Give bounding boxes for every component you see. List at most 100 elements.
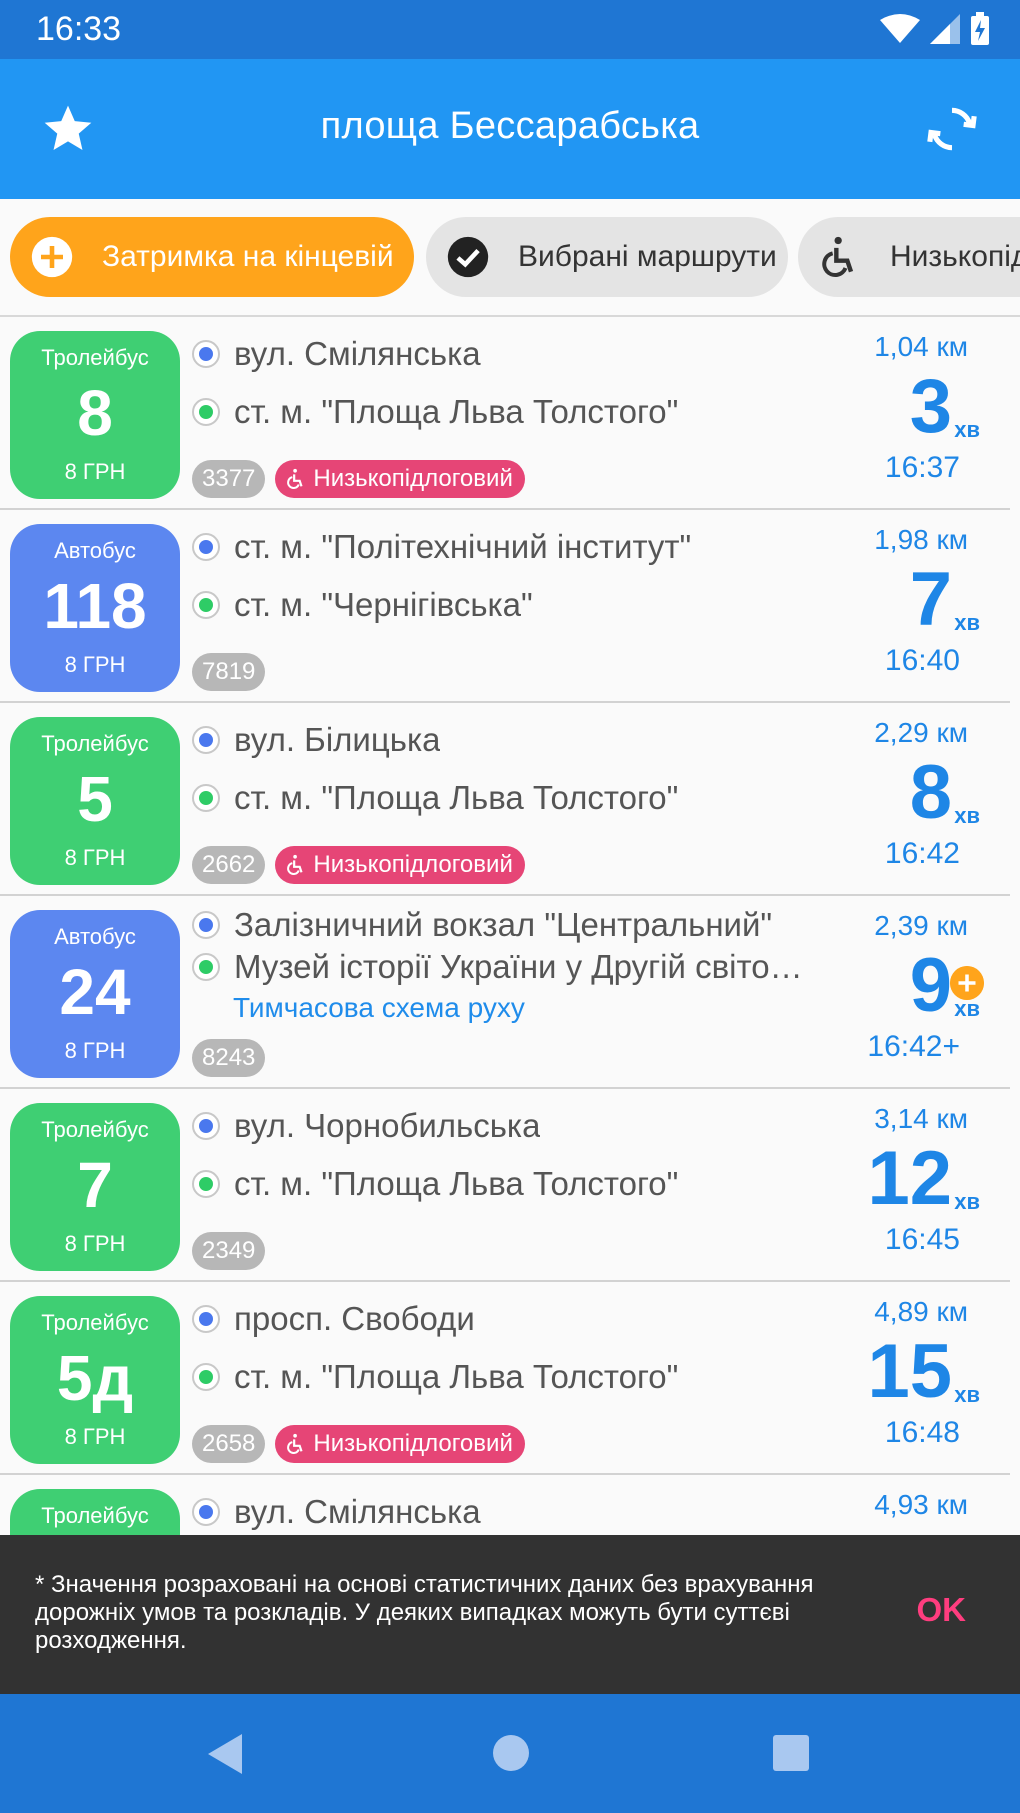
- route-row[interactable]: Автобус 24 8 ГРН Залізничний вокзал "Цен…: [0, 896, 1010, 1089]
- route-to: ст. м. "Площа Льва Толстого": [192, 1163, 678, 1205]
- arrival-time: 16:48: [884, 1416, 960, 1449]
- origin-dot-icon: [192, 1112, 220, 1140]
- vehicle-number: 7819: [192, 653, 266, 691]
- route-tags: 8243: [192, 1038, 266, 1078]
- chip-low-floor[interactable]: Низькопідлогові: [798, 217, 1020, 297]
- add-circle-icon: [31, 236, 73, 278]
- wifi-icon: [880, 14, 920, 43]
- chip-favorite-routes-label: Вибрані маршрути: [518, 240, 777, 273]
- minutes-unit: хв: [954, 996, 980, 1021]
- route-row[interactable]: Автобус 118 8 ГРН ст. м. "Політехнічний …: [0, 510, 1010, 703]
- wheelchair-icon: [822, 236, 854, 278]
- chip-favorite-routes[interactable]: Вибрані маршрути: [426, 217, 788, 297]
- arrival-time: 16:37: [884, 451, 960, 484]
- status-bar: 16:33: [0, 0, 1020, 59]
- route-type: Тролейбус: [41, 345, 149, 370]
- route-row[interactable]: Тролейбус вул. Смілянська 4,93 км: [0, 1475, 1010, 1535]
- route-number: 8: [77, 377, 113, 449]
- route-type: Тролейбус: [41, 1503, 149, 1528]
- arrival-info: 3,14 км 12 хв 16:45: [790, 1089, 990, 1282]
- vehicle-number: 3377: [192, 460, 266, 498]
- snackbar-ok-button[interactable]: OK: [917, 1591, 967, 1629]
- route-badge: Автобус 24 8 ГРН: [10, 910, 180, 1078]
- route-badge: Тролейбус 8 8 ГРН: [10, 331, 180, 499]
- route-to: ст. м. "Площа Льва Толстого": [192, 391, 678, 433]
- route-number: 5: [77, 763, 113, 835]
- route-badge: Тролейбус: [10, 1489, 180, 1535]
- filter-chips: Затримка на кінцевій Вибрані маршрути Ни…: [0, 199, 1020, 317]
- minutes-unit: хв: [954, 803, 980, 828]
- back-icon[interactable]: [204, 1732, 246, 1776]
- route-price: 8 ГРН: [64, 845, 126, 870]
- arrival-info: 1,04 км 3 хв 16:37: [790, 317, 990, 510]
- route-price: 8 ГРН: [64, 1038, 126, 1063]
- signal-icon: [930, 14, 960, 44]
- vehicle-number: 2349: [192, 1232, 266, 1270]
- route-number: 5д: [56, 1342, 134, 1414]
- route-from: просп. Свободи: [192, 1298, 475, 1340]
- stop-title: площа Бессарабська: [320, 105, 700, 147]
- low-floor-badge: Низькопідлоговий: [275, 460, 525, 498]
- destination-dot-icon: [192, 591, 220, 619]
- chip-terminal-delay-label: Затримка на кінцевій: [102, 240, 394, 273]
- chip-low-floor-label: Низькопідлогові: [890, 240, 1020, 273]
- route-number: 24: [59, 956, 131, 1028]
- minutes: 9: [909, 943, 952, 1028]
- low-floor-badge: Низькопідлоговий: [275, 1425, 525, 1463]
- wheelchair-icon: [287, 468, 303, 489]
- check-circle-icon: [447, 236, 489, 278]
- route-from: Залізничний вокзал "Центральний": [192, 904, 772, 946]
- route-tags: 2349: [192, 1231, 266, 1271]
- route-from: вул. Білицька: [192, 719, 440, 761]
- minutes: 8: [909, 750, 952, 835]
- route-to: ст. м. "Площа Льва Толстого": [192, 777, 678, 819]
- arrival-info: 2,29 км 8 хв 16:42: [790, 703, 990, 896]
- origin-dot-icon: [192, 911, 220, 939]
- arrival-info: 4,89 км 15 хв 16:48: [790, 1282, 990, 1475]
- route-from: ст. м. "Політехнічний інститут": [192, 526, 691, 568]
- route-type: Тролейбус: [41, 1117, 149, 1142]
- minutes: 3: [909, 364, 952, 449]
- disclaimer-snackbar: * Значення розраховані на основі статист…: [0, 1535, 1020, 1694]
- destination-dot-icon: [192, 1363, 220, 1391]
- route-type: Автобус: [54, 538, 136, 563]
- route-type: Тролейбус: [41, 1310, 149, 1335]
- route-to: ст. м. "Площа Льва Толстого": [192, 1356, 678, 1398]
- route-badge: Тролейбус 5д 8 ГРН: [10, 1296, 180, 1464]
- refresh-icon: [927, 107, 977, 151]
- vehicle-number: 2658: [192, 1425, 266, 1463]
- route-row[interactable]: Тролейбус 7 8 ГРН вул. Чорнобильська ст.…: [0, 1089, 1010, 1282]
- minutes-unit: хв: [954, 610, 980, 635]
- route-type: Автобус: [54, 924, 136, 949]
- route-number: 7: [77, 1149, 113, 1221]
- route-price: 8 ГРН: [64, 652, 126, 677]
- vehicle-number: 8243: [192, 1039, 266, 1077]
- distance: 4,93 км: [874, 1489, 968, 1520]
- minutes: 7: [909, 557, 952, 642]
- origin-dot-icon: [192, 340, 220, 368]
- arrival-info: 1,98 км 7 хв 16:40: [790, 510, 990, 703]
- vehicle-number: 2662: [192, 846, 266, 884]
- route-row[interactable]: Тролейбус 8 8 ГРН вул. Смілянська ст. м.…: [0, 317, 1010, 510]
- home-icon[interactable]: [492, 1734, 530, 1772]
- refresh-button[interactable]: [924, 101, 980, 157]
- arrival-info: 4,93 км: [790, 1475, 990, 1535]
- chip-terminal-delay[interactable]: Затримка на кінцевій: [10, 217, 414, 297]
- low-floor-badge: Низькопідлоговий: [275, 846, 525, 884]
- route-row[interactable]: Тролейбус 5д 8 ГРН просп. Свободи ст. м.…: [0, 1282, 1010, 1475]
- recents-icon[interactable]: [772, 1734, 810, 1772]
- route-badge: Тролейбус 7 8 ГРН: [10, 1103, 180, 1271]
- route-tags: 2658 Низькопідлоговий: [192, 1424, 525, 1464]
- arrival-time: 16:45: [884, 1223, 960, 1256]
- temporary-scheme-link[interactable]: Тимчасова схема руху: [233, 992, 525, 1024]
- origin-dot-icon: [192, 533, 220, 561]
- route-from: вул. Смілянська: [192, 333, 481, 375]
- destination-dot-icon: [192, 784, 220, 812]
- minutes-unit: хв: [954, 1189, 980, 1214]
- destination-dot-icon: [192, 953, 220, 981]
- route-price: 8 ГРН: [64, 1231, 126, 1256]
- origin-dot-icon: [192, 726, 220, 754]
- origin-dot-icon: [192, 1305, 220, 1333]
- route-row[interactable]: Тролейбус 5 8 ГРН вул. Білицька ст. м. "…: [0, 703, 1010, 896]
- route-badge: Тролейбус 5 8 ГРН: [10, 717, 180, 885]
